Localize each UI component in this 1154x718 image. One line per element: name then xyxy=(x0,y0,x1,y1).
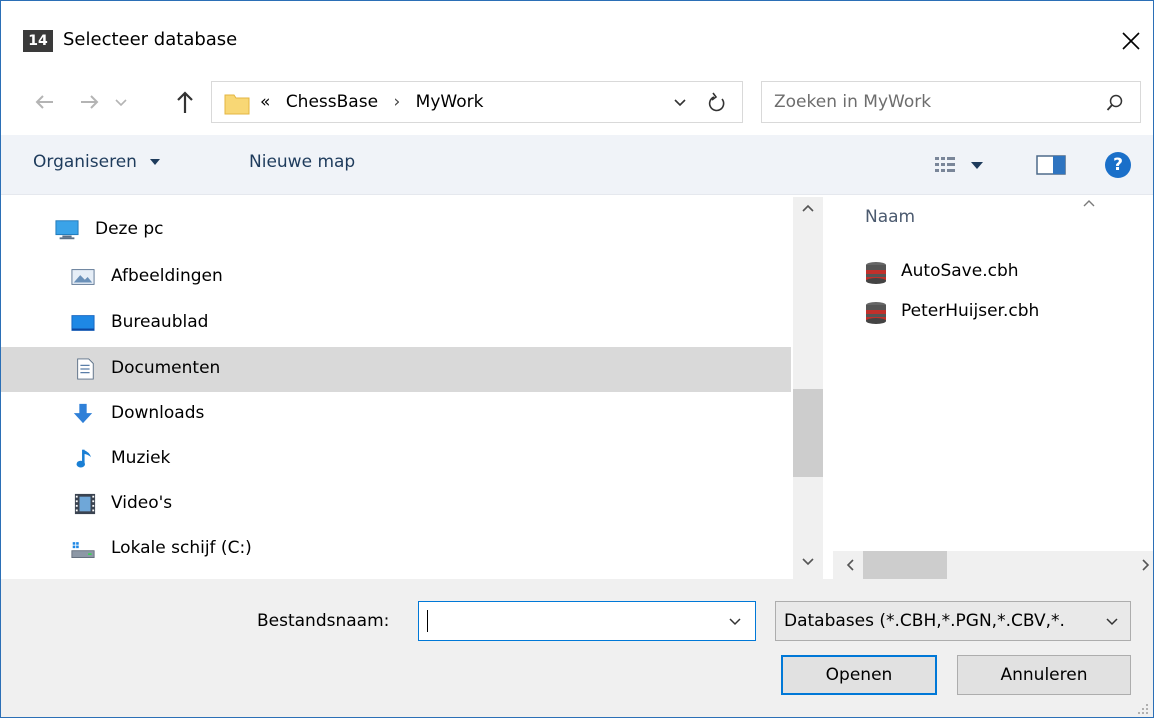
cancel-button[interactable]: Annuleren xyxy=(957,655,1131,695)
local-disk-icon xyxy=(71,542,95,558)
nav-item-muziek[interactable]: Muziek xyxy=(1,437,791,482)
help-button[interactable]: ? xyxy=(1105,152,1131,178)
arrow-left-icon xyxy=(35,95,53,109)
chevron-right-icon[interactable] xyxy=(1139,557,1153,573)
window-title: Selecteer database xyxy=(63,29,238,50)
caret-down-icon xyxy=(150,159,161,165)
list-item[interactable]: AutoSave.cbh xyxy=(865,259,1145,287)
filename-field[interactable] xyxy=(418,601,756,641)
close-icon xyxy=(1122,32,1140,50)
navigation-scrollbar[interactable] xyxy=(793,197,823,579)
chevron-down-icon[interactable] xyxy=(799,555,817,569)
chevron-left-icon[interactable] xyxy=(843,557,857,573)
navigation-pane: Deze pc Afbeeldingen Bureaublad Document… xyxy=(1,197,793,579)
nav-item-label: Bureaublad xyxy=(111,312,209,332)
organize-label: Organiseren xyxy=(33,152,137,172)
nav-item-label: Lokale schijf (C:) xyxy=(111,538,252,558)
folder-icon xyxy=(224,94,250,115)
arrow-up-icon xyxy=(177,91,193,113)
view-options-icon xyxy=(935,157,983,172)
preview-pane-button[interactable] xyxy=(1035,153,1067,177)
nav-item-label: Downloads xyxy=(111,403,205,423)
filetype-select[interactable]: Databases (*.CBH,*.PGN,*.CBV,*. xyxy=(775,601,1131,641)
scrollbar-thumb[interactable] xyxy=(793,389,823,477)
computer-icon xyxy=(55,220,79,240)
nav-item-label: Muziek xyxy=(111,448,171,468)
nav-item-label: Documenten xyxy=(111,358,221,378)
change-view-button[interactable] xyxy=(933,151,995,179)
title-bar: 14 Selecteer database xyxy=(1,1,1153,79)
breadcrumb-item[interactable]: ChessBase xyxy=(286,92,378,112)
nav-item-downloads[interactable]: Downloads xyxy=(1,392,791,437)
database-file-icon xyxy=(866,262,886,284)
search-icon xyxy=(1106,94,1123,111)
nav-item-deze-pc[interactable]: Deze pc xyxy=(1,208,791,253)
command-toolbar: Organiseren Nieuwe map ? xyxy=(1,135,1153,195)
search-placeholder: Zoeken in MyWork xyxy=(774,92,932,112)
back-button[interactable] xyxy=(31,87,59,117)
chevron-down-icon xyxy=(115,99,127,107)
nav-item-label: Afbeeldingen xyxy=(111,266,223,286)
recent-locations-button[interactable] xyxy=(111,87,131,117)
up-button[interactable] xyxy=(171,87,199,117)
list-item[interactable]: PeterHuijser.cbh xyxy=(865,299,1145,327)
chevron-down-icon[interactable] xyxy=(727,616,743,628)
pane-splitter[interactable] xyxy=(823,197,833,579)
music-icon xyxy=(76,449,91,468)
chevron-up-icon[interactable] xyxy=(799,201,817,215)
filetype-selected: Databases (*.CBH,*.PGN,*.CBV,*. xyxy=(784,611,1065,631)
column-header-name[interactable]: Naam xyxy=(865,207,915,227)
breadcrumb-overflow[interactable]: « xyxy=(260,92,270,112)
sort-ascending-icon xyxy=(1083,200,1095,207)
documents-icon xyxy=(77,358,94,380)
organize-button[interactable]: Organiseren xyxy=(33,152,162,172)
nav-item-videos[interactable]: Video's xyxy=(1,482,791,527)
arrow-right-icon xyxy=(81,95,99,109)
pictures-icon xyxy=(71,269,95,285)
chevron-down-icon[interactable] xyxy=(672,96,688,110)
new-folder-button[interactable]: Nieuwe map xyxy=(249,152,355,172)
app-icon: 14 xyxy=(23,30,53,52)
downloads-icon xyxy=(73,403,93,424)
nav-item-label: Deze pc xyxy=(95,219,164,239)
refresh-icon[interactable] xyxy=(706,91,728,115)
nav-item-afbeeldingen[interactable]: Afbeeldingen xyxy=(1,255,791,300)
breadcrumb: « ChessBase › MyWork xyxy=(260,92,493,112)
forward-button[interactable] xyxy=(75,87,103,117)
text-caret xyxy=(427,610,428,632)
file-name: AutoSave.cbh xyxy=(901,261,1019,281)
resize-grip-icon[interactable] xyxy=(1137,703,1149,715)
chevron-down-icon xyxy=(1106,618,1118,626)
address-bar[interactable]: « ChessBase › MyWork xyxy=(211,81,743,123)
breadcrumb-separator[interactable]: › xyxy=(393,92,400,112)
open-button[interactable]: Openen xyxy=(781,655,937,695)
bottom-panel: Bestandsnaam: Databases (*.CBH,*.PGN,*.C… xyxy=(1,579,1153,717)
filename-label: Bestandsnaam: xyxy=(257,611,390,631)
open-file-dialog: 14 Selecteer database « ChessBase › MyWo… xyxy=(0,0,1154,718)
preview-pane-icon xyxy=(1036,155,1066,175)
file-list: Naam AutoSave.cbh PeterHuijser.cbh xyxy=(833,197,1153,579)
scrollbar-thumb[interactable] xyxy=(863,551,947,579)
search-input[interactable]: Zoeken in MyWork xyxy=(761,81,1141,123)
nav-item-lokale-schijf[interactable]: Lokale schijf (C:) xyxy=(1,527,791,572)
breadcrumb-item[interactable]: MyWork xyxy=(416,92,484,112)
nav-item-bureaublad[interactable]: Bureaublad xyxy=(1,301,791,346)
nav-item-label: Video's xyxy=(111,493,173,513)
desktop-icon xyxy=(71,315,95,331)
close-button[interactable] xyxy=(1107,19,1153,63)
nav-item-documenten[interactable]: Documenten xyxy=(1,347,791,392)
database-file-icon xyxy=(866,302,886,324)
file-name: PeterHuijser.cbh xyxy=(901,301,1040,321)
videos-icon xyxy=(74,493,96,515)
horizontal-scrollbar[interactable] xyxy=(833,551,1153,579)
